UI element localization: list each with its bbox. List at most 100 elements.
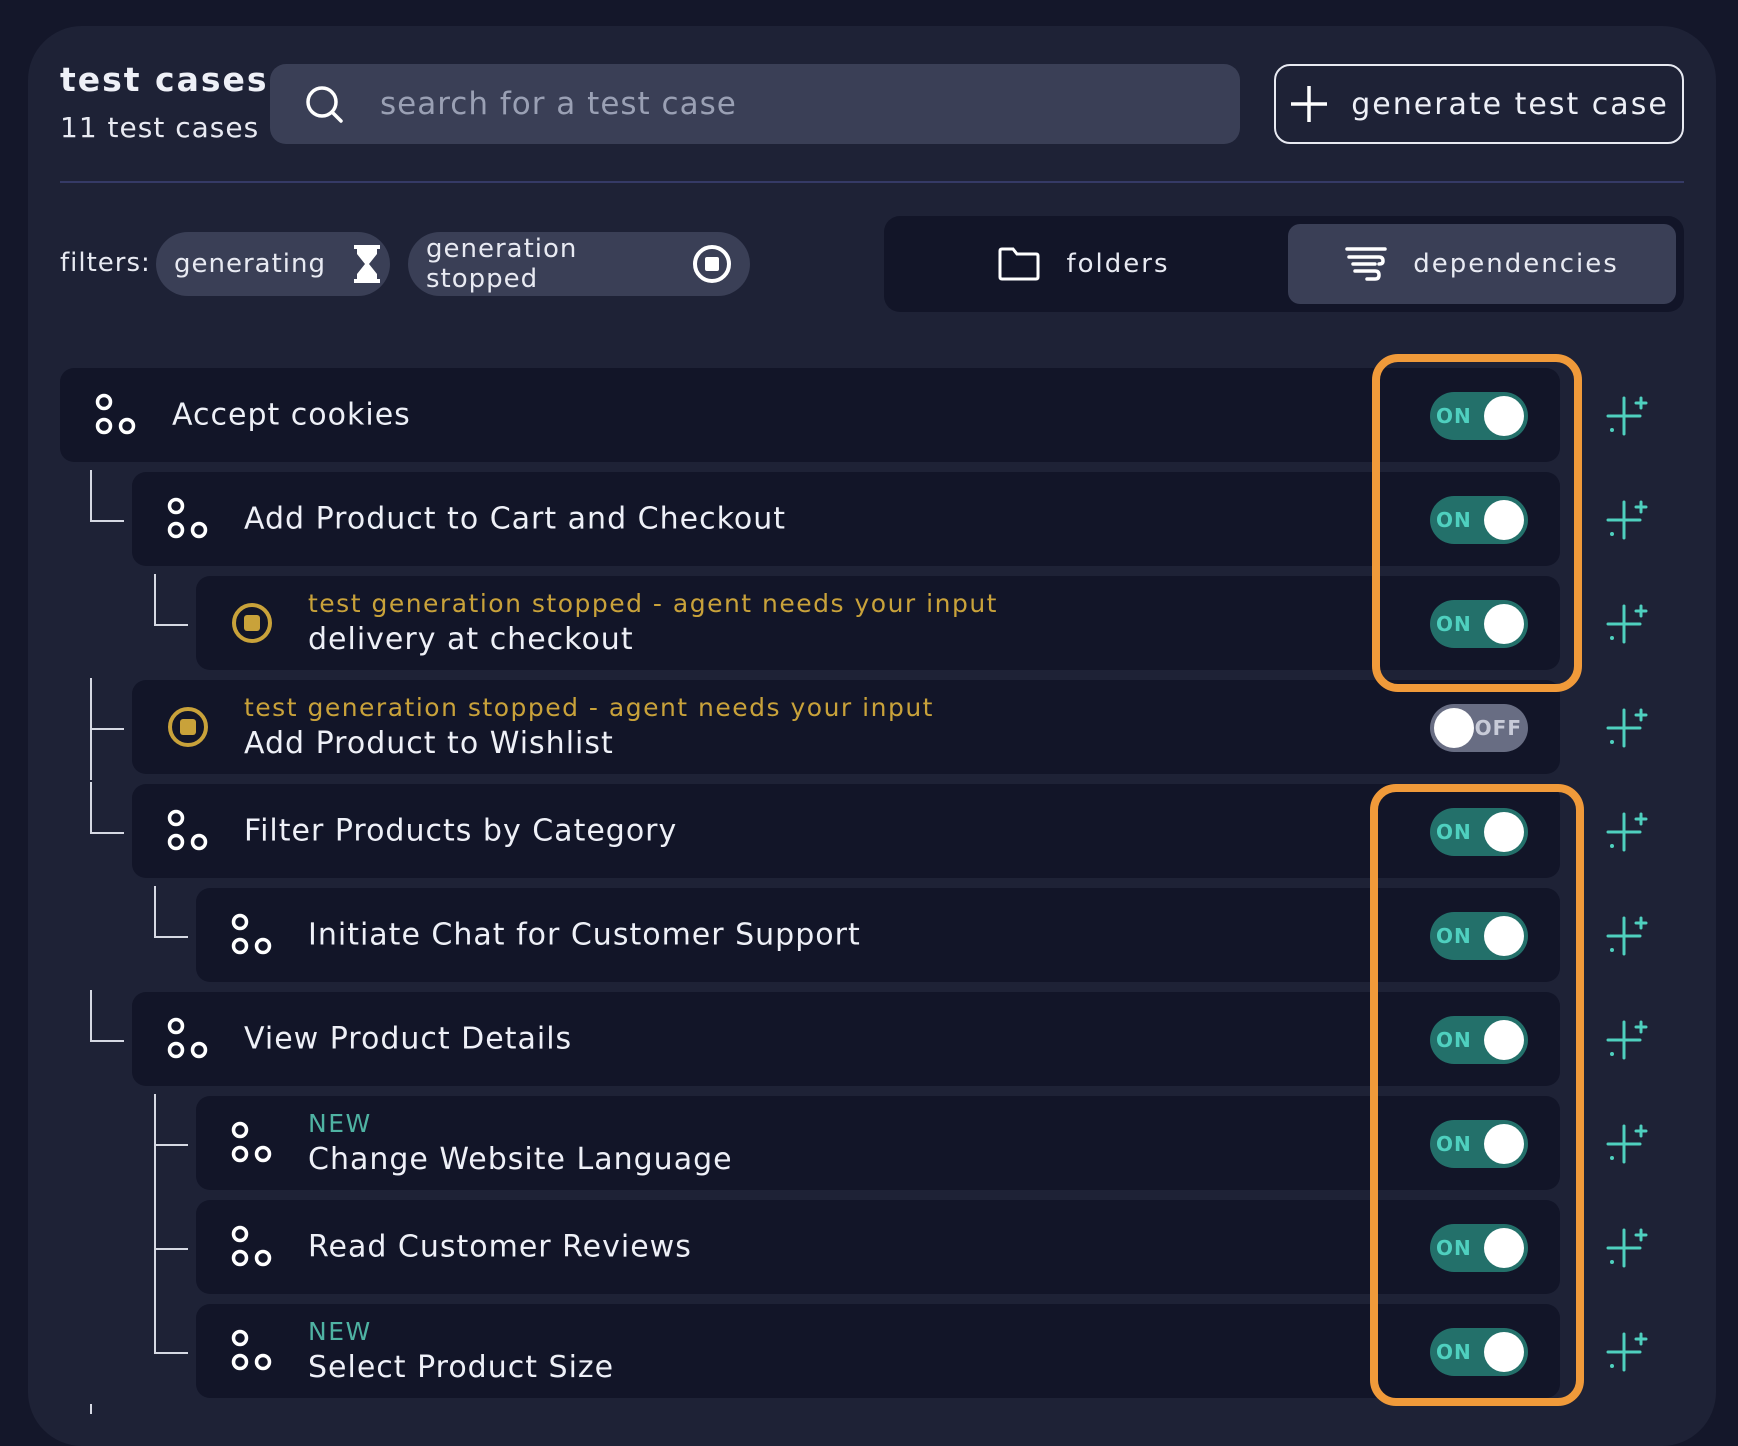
test-case-row[interactable]: test generation stopped - agent needs yo… <box>132 680 1560 774</box>
toggle-state-label: ON <box>1436 508 1472 532</box>
sparkle-icon[interactable] <box>1606 810 1650 854</box>
filter-chip-generating[interactable]: generating <box>156 232 390 296</box>
toggle-state-label: OFF <box>1474 716 1522 740</box>
toggle-knob <box>1484 812 1524 852</box>
search-bar[interactable] <box>270 64 1240 144</box>
test-case-name: Add Product to Wishlist <box>244 726 614 761</box>
enable-toggle[interactable]: ON <box>1430 912 1528 960</box>
tree-connector <box>154 1094 188 1146</box>
stop-circle-icon <box>692 244 732 284</box>
page-title: test cases <box>60 60 269 99</box>
sparkle-icon[interactable] <box>1606 1226 1650 1270</box>
search-icon <box>306 86 343 123</box>
sparkle-icon[interactable] <box>1606 394 1650 438</box>
toggle-state-label: ON <box>1436 1340 1472 1364</box>
sparkle-icon[interactable] <box>1606 602 1650 646</box>
sparkle-icon[interactable] <box>1606 1018 1650 1062</box>
hourglass-icon <box>352 244 382 284</box>
toggle-state-label: ON <box>1436 404 1472 428</box>
enable-toggle[interactable]: ON <box>1430 496 1528 544</box>
test-case-row[interactable]: NEW Change Website Language <box>196 1096 1560 1190</box>
tree-connector <box>154 574 188 626</box>
test-case-name: Select Product Size <box>308 1350 615 1385</box>
dependencies-icon <box>1345 247 1387 281</box>
test-case-name: Filter Products by Category <box>244 813 678 849</box>
toggle-state-label: ON <box>1436 820 1472 844</box>
enable-toggle[interactable]: ON <box>1430 600 1528 648</box>
test-case-name: delivery at checkout <box>308 622 634 657</box>
toggle-state-label: ON <box>1436 1132 1472 1156</box>
folders-view-button[interactable]: folders <box>884 224 1284 304</box>
view-mode-toggle: folders dependencies <box>884 216 1684 312</box>
plus-icon <box>1291 86 1328 122</box>
test-case-row[interactable]: Filter Products by Category <box>132 784 1560 878</box>
filter-chip-generation-stopped[interactable]: generation stopped <box>408 232 750 296</box>
toggle-knob <box>1484 1228 1524 1268</box>
test-case-name: Accept cookies <box>172 397 411 433</box>
enable-toggle[interactable]: ON <box>1430 1016 1528 1064</box>
dependency-nodes-icon <box>230 913 274 957</box>
toggle-state-label: ON <box>1436 924 1472 948</box>
dependency-nodes-icon <box>166 497 210 541</box>
stop-circle-icon <box>230 601 274 645</box>
enable-toggle[interactable]: ON <box>1430 808 1528 856</box>
dependencies-view-label: dependencies <box>1413 249 1619 279</box>
toggle-knob <box>1484 500 1524 540</box>
new-badge: NEW <box>308 1317 372 1346</box>
tree-connector <box>90 782 124 834</box>
test-case-text: Accept cookies <box>172 398 411 433</box>
toggle-knob <box>1484 916 1524 956</box>
toggle-knob <box>1484 396 1524 436</box>
sparkle-icon[interactable] <box>1606 498 1650 542</box>
tree-connector <box>90 990 124 1042</box>
generate-test-case-label: generate test case <box>1351 86 1669 122</box>
test-case-text: NEW Change Website Language <box>308 1109 733 1177</box>
test-case-row[interactable]: NEW Select Product Size <box>196 1304 1560 1398</box>
enable-toggle[interactable]: ON <box>1430 392 1528 440</box>
test-case-row[interactable]: Initiate Chat for Customer Support <box>196 888 1560 982</box>
tree-connector <box>90 470 124 522</box>
test-case-name: Add Product to Cart and Checkout <box>244 501 786 537</box>
dependencies-view-button[interactable]: dependencies <box>1288 224 1676 304</box>
dependency-nodes-icon <box>230 1225 274 1269</box>
toggle-knob <box>1434 708 1474 748</box>
filters-label: filters: <box>60 248 151 278</box>
enable-toggle[interactable]: ON <box>1430 1224 1528 1272</box>
sparkle-icon[interactable] <box>1606 1122 1650 1166</box>
filter-chip-label: generating <box>174 249 326 279</box>
enable-toggle[interactable]: ON <box>1430 1120 1528 1168</box>
test-case-row[interactable]: Add Product to Cart and Checkout <box>132 472 1560 566</box>
toggle-knob <box>1484 1020 1524 1060</box>
tree-connector <box>90 678 124 730</box>
stop-circle-icon <box>166 705 210 749</box>
test-case-row[interactable]: Read Customer Reviews <box>196 1200 1560 1294</box>
enable-toggle[interactable]: ON <box>1430 1328 1528 1376</box>
tree-connector <box>154 1302 188 1354</box>
tree-connector <box>154 1198 188 1250</box>
filter-chip-label: generation stopped <box>426 234 578 294</box>
toggle-state-label: ON <box>1436 612 1472 636</box>
test-case-name: Initiate Chat for Customer Support <box>308 917 861 953</box>
test-case-row[interactable]: Accept cookies <box>60 368 1560 462</box>
test-case-text: View Product Details <box>244 1022 572 1057</box>
toggle-knob <box>1484 1124 1524 1164</box>
test-case-name: View Product Details <box>244 1021 573 1057</box>
test-case-row[interactable]: View Product Details <box>132 992 1560 1086</box>
test-case-row[interactable]: test generation stopped - agent needs yo… <box>196 576 1560 670</box>
sparkle-icon[interactable] <box>1606 1330 1650 1374</box>
generate-test-case-button[interactable]: generate test case <box>1274 64 1684 144</box>
test-case-text: test generation stopped - agent needs yo… <box>308 589 998 657</box>
generation-stopped-status: test generation stopped - agent needs yo… <box>308 589 998 618</box>
dependency-nodes-icon <box>230 1329 274 1373</box>
test-case-text: Filter Products by Category <box>244 814 677 849</box>
enable-toggle[interactable]: OFF <box>1430 704 1528 752</box>
toggle-knob <box>1484 604 1524 644</box>
search-input[interactable] <box>378 85 1202 123</box>
dependency-nodes-icon <box>230 1121 274 1165</box>
dependency-nodes-icon <box>94 393 138 437</box>
sparkle-icon[interactable] <box>1606 914 1650 958</box>
generation-stopped-status: test generation stopped - agent needs yo… <box>244 693 934 722</box>
dependency-nodes-icon <box>166 1017 210 1061</box>
sparkle-icon[interactable] <box>1606 706 1650 750</box>
test-case-text: Read Customer Reviews <box>308 1230 692 1265</box>
